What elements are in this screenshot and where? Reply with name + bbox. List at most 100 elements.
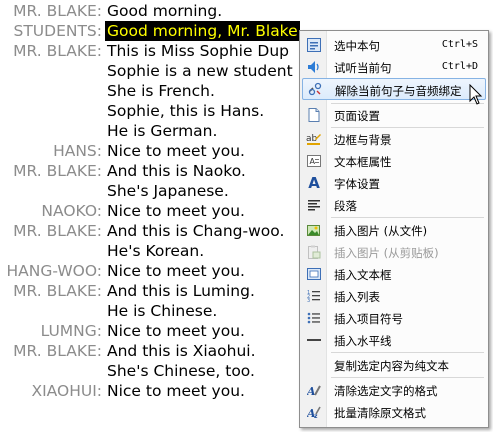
menu-item-insert-list[interactable]: 123 插入列表 — [302, 286, 486, 306]
menu-item-label: 试听当前句 — [334, 61, 392, 75]
menu-item-insert-horizontal-line[interactable]: 插入水平线 — [302, 330, 486, 350]
speaker-label: LUMNG: — [40, 322, 102, 340]
menu-item-label: 文本框属性 — [334, 155, 392, 169]
dialogue-line[interactable]: She is French. — [0, 81, 330, 101]
speaker-icon — [306, 59, 322, 75]
font-icon: A — [308, 174, 320, 192]
paragraph-icon — [306, 197, 322, 213]
speaker-label: MR. BLAKE: — [13, 342, 102, 360]
select-sentence-icon — [306, 37, 322, 53]
svg-text:A: A — [307, 385, 316, 397]
speaker-label: MR. BLAKE: — [13, 2, 102, 20]
speech-text[interactable]: Nice to meet you. — [107, 141, 245, 161]
menu-item-label: 选中本句 — [334, 39, 380, 53]
speech-text[interactable]: She is French. — [107, 81, 215, 101]
speech-text[interactable]: She's Chinese, too. — [107, 361, 255, 381]
textbox-properties-icon: A — [306, 153, 322, 169]
speech-text[interactable]: Sophie, this is Hans. — [107, 101, 264, 121]
speech-text[interactable]: And this is Xiaohui. — [107, 341, 256, 361]
speaker-label: MR. BLAKE: — [13, 222, 102, 240]
speaker-label: NAOKO: — [41, 202, 102, 220]
page-setup-icon — [306, 107, 322, 123]
dialogue-line[interactable]: MR. BLAKE: This is Miss Sophie Dup — [0, 41, 330, 61]
dialogue-line[interactable]: NAOKO: Nice to meet you. — [0, 201, 330, 221]
dialogue-line[interactable]: HANS: Nice to meet you. — [0, 141, 330, 161]
menu-item-unbind-audio[interactable]: 解除当前句子与音频绑定 — [302, 78, 486, 100]
menu-item-label: 边框与背景 — [334, 133, 392, 147]
speech-text[interactable]: Nice to meet you. — [107, 381, 245, 401]
menu-separator — [331, 103, 484, 104]
highlighted-speech-text[interactable]: Good morning, Mr. Blake — [105, 21, 300, 41]
menu-item-label: 页面设置 — [334, 109, 380, 123]
dialogue-line[interactable]: He is German. — [0, 121, 330, 141]
menu-item-label: 批量清除原文格式 — [334, 406, 426, 420]
menu-item-label: 插入文本框 — [334, 268, 392, 282]
dialogue-line[interactable]: LUMNG: Nice to meet you. — [0, 321, 330, 341]
menu-item-label: 解除当前句子与音频绑定 — [335, 84, 462, 98]
speech-text[interactable]: Nice to meet you. — [107, 201, 245, 221]
speech-text[interactable]: And this is Chang-woo. — [107, 221, 284, 241]
menu-item-label: 插入图片 (从剪贴板) — [334, 246, 439, 260]
mouse-cursor-icon — [469, 84, 483, 105]
menu-separator — [331, 352, 484, 353]
speaker-label: MR. BLAKE: — [13, 282, 102, 300]
speech-text[interactable]: He's Korean. — [107, 241, 204, 261]
menu-item-preview-sentence[interactable]: 试听当前句 Ctrl+D — [302, 57, 486, 77]
border-background-icon: ab — [306, 131, 322, 147]
menu-item-insert-textbox[interactable]: 插入文本框 — [302, 264, 486, 284]
context-menu: 选中本句 Ctrl+S 试听当前句 Ctrl+D 解除当前句子与音频绑定 页面设… — [299, 30, 489, 428]
batch-clear-format-icon: Az — [306, 404, 322, 420]
dialogue-line[interactable]: She's Chinese, too. — [0, 361, 330, 381]
unlink-icon — [307, 81, 323, 97]
menu-item-insert-image-clipboard[interactable]: 插入图片 (从剪贴板) — [302, 242, 486, 262]
dialogue-line[interactable]: HANG-WOO: Nice to meet you. — [0, 261, 330, 281]
dialogue-line-highlighted[interactable]: STUDENTS: Good morning, Mr. Blake — [0, 21, 330, 41]
dialogue-line[interactable]: MR. BLAKE: Good morning. — [0, 1, 330, 21]
menu-item-clear-selected-format[interactable]: A 清除选定文字的格式 — [302, 380, 486, 400]
speech-text[interactable]: He is Chinese. — [107, 301, 217, 321]
insert-list-icon: 123 — [306, 288, 322, 304]
speaker-label: HANG-WOO: — [6, 262, 102, 280]
menu-item-label: 复制选定内容为纯文本 — [334, 359, 449, 373]
menu-item-shortcut: Ctrl+D — [441, 61, 478, 72]
speech-text[interactable]: And this is Luming. — [107, 281, 255, 301]
svg-text:3: 3 — [307, 298, 310, 303]
menu-item-insert-image-file[interactable]: 插入图片 (从文件) — [302, 220, 486, 240]
speech-text[interactable]: Nice to meet you. — [107, 261, 245, 281]
menu-item-label: 插入图片 (从文件) — [334, 224, 428, 238]
menu-item-label: 插入水平线 — [334, 334, 392, 348]
dialogue-line[interactable]: MR. BLAKE: And this is Naoko. — [0, 161, 330, 181]
menu-item-page-setup[interactable]: 页面设置 — [302, 105, 486, 125]
dialogue-line[interactable]: MR. BLAKE: And this is Chang-woo. — [0, 221, 330, 241]
speech-text[interactable]: Good morning. — [107, 1, 222, 21]
dialogue-line[interactable]: MR. BLAKE: And this is Luming. — [0, 281, 330, 301]
menu-item-textbox-properties[interactable]: A 文本框属性 — [302, 151, 486, 171]
speech-text[interactable]: And this is Naoko. — [107, 161, 246, 181]
menu-item-paragraph[interactable]: 段落 — [302, 195, 486, 215]
speaker-label: MR. BLAKE: — [13, 42, 102, 60]
menu-item-insert-bullets[interactable]: 插入项目符号 — [302, 308, 486, 328]
speech-text[interactable]: Sophie is a new student — [107, 61, 293, 81]
dialogue-line[interactable]: MR. BLAKE: And this is Xiaohui. — [0, 341, 330, 361]
menu-item-batch-clear-format[interactable]: Az 批量清除原文格式 — [302, 402, 486, 422]
insert-hline-icon — [306, 332, 322, 348]
dialogue-line[interactable]: She's Japanese. — [0, 181, 330, 201]
speech-text[interactable]: He is German. — [107, 121, 217, 141]
dialogue-line[interactable]: He's Korean. — [0, 241, 330, 261]
speech-text[interactable]: Nice to meet you. — [107, 321, 245, 341]
dialogue-line[interactable]: Sophie is a new student — [0, 61, 330, 81]
dialogue-line[interactable]: XIAOHUI: Nice to meet you. — [0, 381, 330, 401]
menu-item-label: 插入列表 — [334, 290, 380, 304]
menu-item-label: 字体设置 — [334, 177, 380, 191]
dialogue-line[interactable]: He is Chinese. — [0, 301, 330, 321]
menu-item-copy-plain-text[interactable]: 复制选定内容为纯文本 — [302, 355, 486, 375]
speech-text[interactable]: She's Japanese. — [107, 181, 229, 201]
speaker-label: HANS: — [53, 142, 102, 160]
insert-bullets-icon — [306, 310, 322, 326]
menu-item-select-sentence[interactable]: 选中本句 Ctrl+S — [302, 35, 486, 55]
insert-image-clipboard-icon — [306, 244, 322, 260]
dialogue-line[interactable]: Sophie, this is Hans. — [0, 101, 330, 121]
menu-item-font-settings[interactable]: A 字体设置 — [302, 173, 486, 193]
menu-item-border-background[interactable]: ab 边框与背景 — [302, 129, 486, 149]
speech-text[interactable]: This is Miss Sophie Dup — [107, 41, 289, 61]
